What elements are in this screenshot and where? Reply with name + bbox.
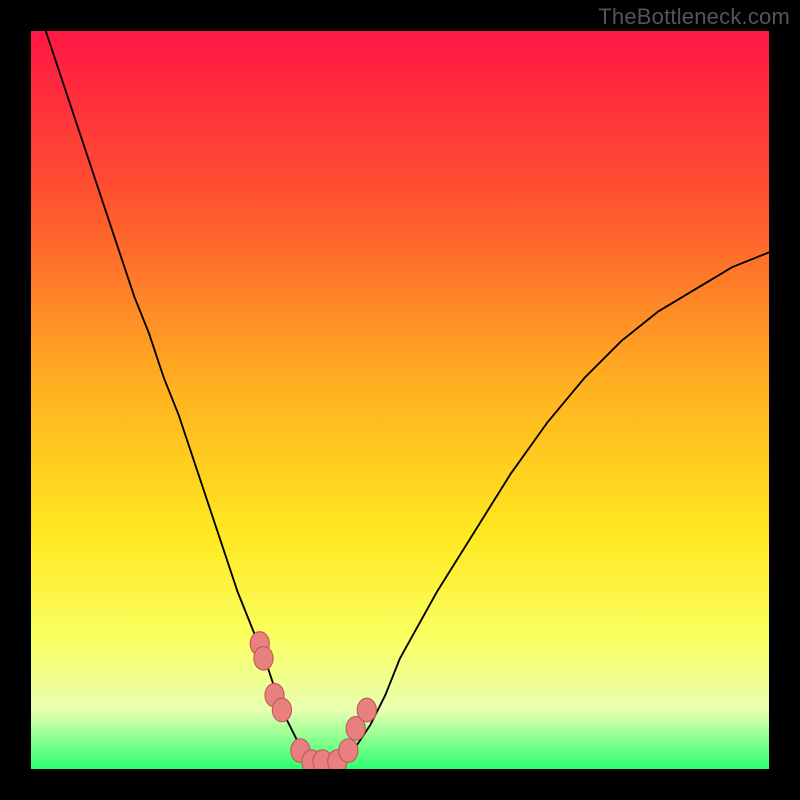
bottleneck-chart (31, 31, 769, 769)
knob-marker (357, 698, 376, 722)
knob-marker (254, 646, 273, 670)
knob-marker (272, 698, 291, 722)
chart-frame: TheBottleneck.com (0, 0, 800, 800)
watermark-text: TheBottleneck.com (598, 4, 790, 30)
knob-marker (339, 739, 358, 763)
